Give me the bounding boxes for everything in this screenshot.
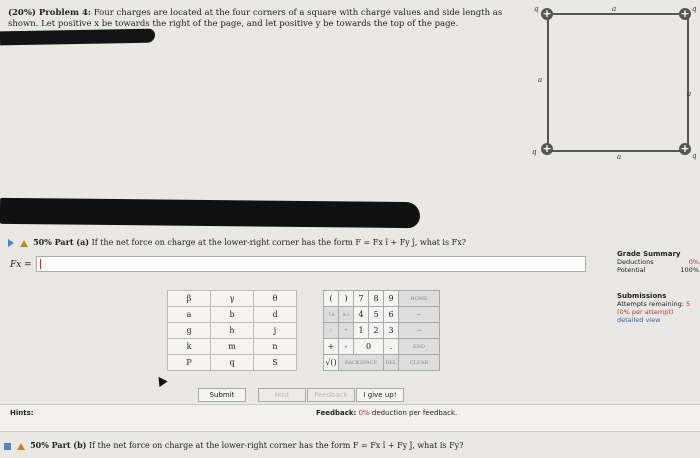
square-diagram <box>547 13 689 152</box>
key-4[interactable]: 4 <box>353 306 369 323</box>
warning-icon <box>19 239 28 247</box>
deductions-value: 0% <box>688 258 699 266</box>
charge-label-bottom-right: q <box>692 152 697 160</box>
deductions-label: Deductions <box>617 258 654 266</box>
give-up-button[interactable]: I give up! <box>356 388 404 402</box>
part-a-question: If the net force on charge at the lower-… <box>91 238 466 247</box>
charge-label-bottom-left: q <box>532 148 537 156</box>
grade-summary: Grade Summary Deductions 0% Potential 100% <box>617 250 699 274</box>
key-0[interactable]: 0 <box>353 338 384 355</box>
hints-label: Hints: <box>10 409 34 417</box>
key-right-arrow[interactable]: → <box>398 322 440 339</box>
symbol-key[interactable]: g <box>167 322 211 339</box>
key-home[interactable]: HOME <box>398 290 440 307</box>
expand-arrow-icon[interactable] <box>8 239 14 247</box>
attempts-label: Attempts remaining: <box>617 300 684 308</box>
symbol-key[interactable]: j <box>253 322 297 339</box>
key-2[interactable]: 2 <box>368 322 384 339</box>
text-cursor <box>40 259 41 269</box>
key-8[interactable]: 8 <box>368 290 384 307</box>
charge-label-top-left: q <box>534 5 539 13</box>
key-up-arrow[interactable]: ↑A <box>323 306 339 323</box>
key-6[interactable]: 6 <box>383 306 399 323</box>
plus-charge-icon: + <box>679 142 691 155</box>
symbol-key[interactable]: n <box>253 338 297 355</box>
key-minus[interactable]: - <box>338 338 354 355</box>
warning-icon <box>16 442 25 450</box>
feedback-label: Feedback: <box>316 409 357 417</box>
plus-charge-icon: + <box>541 7 553 20</box>
charge-label-top-right: q <box>692 5 697 13</box>
symbol-key[interactable]: d <box>253 306 297 323</box>
feedback-value: 0% <box>358 409 370 417</box>
key-sqrt[interactable]: √() <box>323 354 339 371</box>
detailed-view-link[interactable]: detailed view <box>617 316 699 324</box>
potential-label: Potential <box>617 266 646 274</box>
feedback-info: Feedback: 0% deduction per feedback. <box>316 409 457 417</box>
potential-value: 100% <box>680 266 699 274</box>
symbol-key[interactable]: P <box>167 354 211 371</box>
part-b-question: If the net force on charge at the lower-… <box>89 441 464 450</box>
fx-answer-input[interactable] <box>36 256 586 272</box>
calculator-keypad: ( ) 7 8 9 HOME ↑A A↓ 4 5 6 ← / * 1 2 3 →… <box>323 290 440 371</box>
feedback-text: deduction per feedback. <box>371 409 458 417</box>
hint-button[interactable]: Hint <box>258 388 306 402</box>
key-1[interactable]: 1 <box>353 322 369 339</box>
part-b-label: 50% Part (b) <box>30 440 87 450</box>
key-plus[interactable]: + <box>323 338 339 355</box>
symbol-key[interactable]: q <box>210 354 254 371</box>
plus-charge-icon: + <box>541 142 553 155</box>
submissions-title: Submissions <box>617 292 667 300</box>
side-label-right: a <box>687 90 692 98</box>
key-decimal[interactable]: . <box>383 338 399 355</box>
side-label-bottom: a <box>617 153 622 161</box>
part-a-label: 50% Part (a) <box>33 237 90 247</box>
key-close-paren[interactable]: ) <box>338 290 354 307</box>
key-down-arrow[interactable]: A↓ <box>338 306 354 323</box>
key-left-arrow[interactable]: ← <box>398 306 440 323</box>
fx-label: Fx = <box>10 260 32 270</box>
key-multiply[interactable]: * <box>338 322 354 339</box>
per-attempt-note: (0% per attempt) <box>617 308 674 316</box>
side-label-top: a <box>612 5 617 13</box>
key-9[interactable]: 9 <box>383 290 399 307</box>
key-del[interactable]: DEL <box>383 354 399 371</box>
part-b-header: 50% Part (b) If the net force on charge … <box>4 440 463 450</box>
symbol-key[interactable]: h <box>210 322 254 339</box>
key-3[interactable]: 3 <box>383 322 399 339</box>
mouse-pointer-icon <box>154 373 168 388</box>
key-5[interactable]: 5 <box>368 306 384 323</box>
plus-charge-icon: + <box>679 7 691 20</box>
edit-icon[interactable] <box>4 442 11 450</box>
key-end[interactable]: END <box>398 338 440 355</box>
key-backspace[interactable]: BACKSPACE <box>338 354 384 371</box>
symbol-key[interactable]: β <box>167 290 211 307</box>
redaction-mark <box>0 28 156 46</box>
problem-heading: (20%) Problem 4: <box>8 8 92 18</box>
symbol-key[interactable]: S <box>253 354 297 371</box>
key-7[interactable]: 7 <box>353 290 369 307</box>
symbol-key[interactable]: b <box>210 306 254 323</box>
symbol-key[interactable]: m <box>210 338 254 355</box>
submit-button[interactable]: Submit <box>198 388 246 402</box>
feedback-button[interactable]: Feedback <box>307 388 355 402</box>
attempts-value: 5 <box>685 300 691 308</box>
key-divide[interactable]: / <box>323 322 339 339</box>
symbol-key[interactable]: θ <box>253 290 297 307</box>
symbol-key[interactable]: a <box>167 306 211 323</box>
symbol-key[interactable]: γ <box>210 290 254 307</box>
symbol-table: βγθ abd ghj kmn PqS <box>167 290 297 371</box>
symbol-key[interactable]: k <box>167 338 211 355</box>
key-open-paren[interactable]: ( <box>323 290 339 307</box>
part-a-header: 50% Part (a) If the net force on charge … <box>8 237 466 247</box>
side-label-left: a <box>538 76 543 84</box>
key-clear[interactable]: CLEAR <box>398 354 440 371</box>
problem-statement: (20%) Problem 4: Four charges are locate… <box>8 8 528 30</box>
submissions-panel: Submissions Attempts remaining: 5 (0% pe… <box>617 292 699 324</box>
grade-summary-title: Grade Summary <box>617 250 681 258</box>
redaction-mark <box>0 197 421 229</box>
